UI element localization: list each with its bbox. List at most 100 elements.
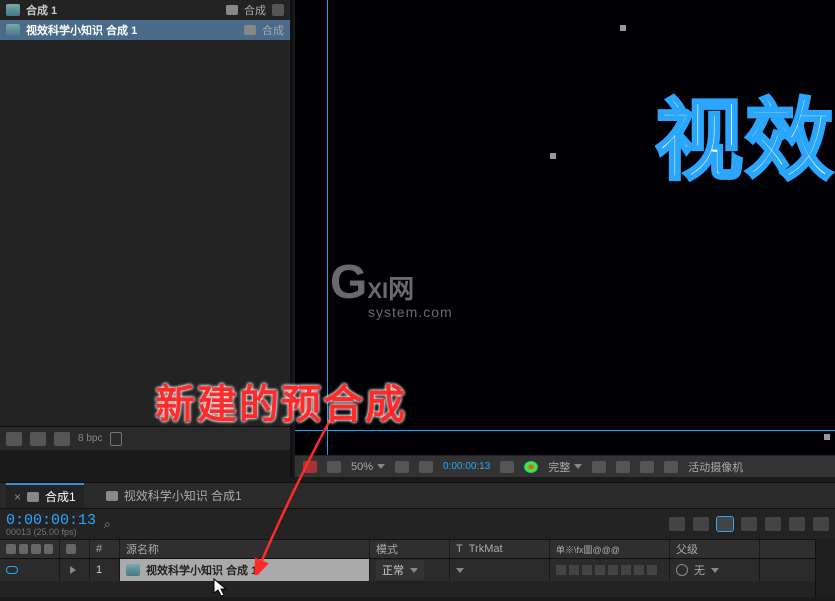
mask-icon[interactable] bbox=[419, 461, 433, 473]
folder-icon bbox=[226, 5, 238, 15]
project-item[interactable]: 合成 1 合成 bbox=[0, 0, 290, 20]
region-icon[interactable] bbox=[592, 461, 606, 473]
composition-icon bbox=[6, 24, 20, 36]
trkmat-t: T bbox=[456, 543, 463, 555]
motion-blur-icon[interactable] bbox=[765, 517, 781, 531]
layer-name: 视效科学小知识 合成 1 bbox=[146, 562, 257, 578]
timeline-tab[interactable]: × 合成1 bbox=[6, 483, 84, 508]
chevron-down-icon bbox=[377, 464, 385, 469]
draft3d-icon[interactable] bbox=[693, 517, 709, 531]
shy-switch[interactable] bbox=[556, 565, 566, 575]
renderer-icon[interactable] bbox=[664, 461, 678, 473]
snapshot-icon[interactable] bbox=[500, 461, 514, 473]
source-name-header[interactable]: 源名称 bbox=[120, 540, 370, 558]
zoom-dropdown[interactable]: 50% bbox=[351, 461, 385, 473]
panel-divider[interactable] bbox=[290, 0, 293, 477]
tab-label: 合成1 bbox=[45, 488, 76, 505]
resolution-value: 完整 bbox=[548, 459, 570, 475]
trkmat-label: TrkMat bbox=[469, 543, 503, 555]
timeline-columns-header: # 源名称 模式 T TrkMat 单※\fx圖@@@ 父级 bbox=[0, 539, 835, 559]
blend-mode-value: 正常 bbox=[382, 562, 404, 578]
watermark-g: G bbox=[330, 255, 367, 310]
collapse-switch[interactable] bbox=[569, 565, 579, 575]
resolution-icon[interactable] bbox=[327, 461, 341, 473]
channel-icon[interactable] bbox=[524, 461, 538, 473]
project-item-type: 合成 bbox=[262, 22, 284, 38]
comp-layer-text[interactable]: 视效 bbox=[655, 70, 835, 197]
quality-switch[interactable] bbox=[582, 565, 592, 575]
search-icon[interactable]: ⌕ bbox=[104, 517, 118, 531]
fx-switch[interactable] bbox=[595, 565, 605, 575]
transparency-icon[interactable] bbox=[616, 461, 630, 473]
trkmat-header[interactable]: T TrkMat bbox=[450, 540, 550, 558]
frame-info: 00013 (25.00 fps) bbox=[6, 527, 96, 537]
lock-icon[interactable] bbox=[44, 544, 54, 554]
speaker-icon[interactable] bbox=[19, 544, 29, 554]
trash-icon[interactable] bbox=[110, 432, 122, 446]
project-item[interactable]: 视效科学小知识 合成 1 合成 bbox=[0, 20, 290, 40]
folder-icon bbox=[244, 25, 256, 35]
flowchart-icon[interactable] bbox=[272, 4, 284, 16]
trkmat-dropdown[interactable] bbox=[456, 568, 464, 573]
magnify-icon[interactable] bbox=[303, 461, 317, 473]
twirl-icon[interactable] bbox=[70, 566, 76, 574]
comp-mini-flowchart-icon[interactable] bbox=[669, 517, 685, 531]
pickwhip-icon[interactable] bbox=[676, 564, 688, 576]
parent-dropdown[interactable]: 无 bbox=[676, 562, 719, 578]
composition-icon bbox=[106, 491, 118, 501]
blend-mode-dropdown[interactable]: 正常 bbox=[376, 560, 424, 580]
timeline-tab[interactable]: 视效科学小知识 合成1 bbox=[98, 484, 250, 507]
composition-icon bbox=[126, 564, 140, 576]
adjustment-switch[interactable] bbox=[634, 565, 644, 575]
chevron-down-icon bbox=[574, 464, 582, 469]
selection-handle[interactable] bbox=[550, 153, 556, 159]
selection-handle[interactable] bbox=[620, 25, 626, 31]
collapse-icon[interactable] bbox=[813, 517, 829, 531]
watermark-sub: system.com bbox=[368, 304, 453, 320]
motion-blur-switch[interactable] bbox=[621, 565, 631, 575]
label-icon bbox=[66, 544, 76, 554]
3d-switch[interactable] bbox=[647, 565, 657, 575]
solo-icon[interactable] bbox=[31, 544, 41, 554]
viewer-timecode[interactable]: 0:00:00:13 bbox=[443, 461, 490, 472]
selection-handle[interactable] bbox=[824, 434, 830, 440]
close-icon[interactable]: × bbox=[14, 490, 21, 504]
new-folder-icon[interactable] bbox=[30, 432, 46, 446]
frame-blend-icon[interactable] bbox=[741, 517, 757, 531]
label-header[interactable] bbox=[60, 540, 90, 558]
bpc-button[interactable]: 8 bpc bbox=[78, 433, 102, 444]
av-header bbox=[0, 540, 60, 558]
timeline-scrollbar[interactable] bbox=[815, 539, 835, 597]
horizontal-guide[interactable] bbox=[295, 430, 835, 431]
viewer-toolbar: 50% 0:00:00:13 完整 活动摄像机 bbox=[295, 455, 835, 477]
timeline-layer-row[interactable]: 1 视效科学小知识 合成 1 正常 无 bbox=[0, 559, 835, 581]
interpret-footage-icon[interactable] bbox=[6, 432, 22, 446]
project-footer: 8 bpc bbox=[0, 426, 290, 450]
timeline-panel: × 合成1 视效科学小知识 合成1 0:00:00:13 00013 (25.0… bbox=[0, 482, 835, 597]
watermark-cn: 网 bbox=[388, 274, 414, 304]
new-comp-icon[interactable] bbox=[54, 432, 70, 446]
eye-icon[interactable] bbox=[6, 544, 16, 554]
graph-editor-icon[interactable] bbox=[789, 517, 805, 531]
visibility-toggle[interactable] bbox=[6, 566, 18, 574]
chevron-down-icon bbox=[711, 568, 719, 573]
index-header[interactable]: # bbox=[90, 540, 120, 558]
grid-icon[interactable] bbox=[395, 461, 409, 473]
composition-viewer[interactable]: 视效 GXI网 system.com bbox=[295, 0, 835, 455]
mode-header[interactable]: 模式 bbox=[370, 540, 450, 558]
camera-value: 活动摄像机 bbox=[688, 459, 743, 475]
frame-blend-switch[interactable] bbox=[608, 565, 618, 575]
zoom-value: 50% bbox=[351, 461, 373, 473]
resolution-dropdown[interactable]: 完整 bbox=[548, 459, 582, 475]
camera-dropdown[interactable]: 活动摄像机 bbox=[688, 459, 743, 475]
parent-value: 无 bbox=[694, 562, 705, 578]
parent-header[interactable]: 父级 bbox=[670, 540, 760, 558]
switches-header[interactable]: 单※\fx圖@@@ bbox=[550, 540, 670, 558]
shy-icon[interactable] bbox=[717, 517, 733, 531]
project-item-name: 合成 1 bbox=[26, 2, 57, 18]
timeline-toolbar: 0:00:00:13 00013 (25.00 fps) ⌕ bbox=[0, 509, 835, 539]
chevron-down-icon bbox=[410, 568, 418, 573]
watermark-xi: XI bbox=[367, 278, 388, 303]
3d-view-icon[interactable] bbox=[640, 461, 654, 473]
vertical-guide[interactable] bbox=[327, 0, 328, 455]
